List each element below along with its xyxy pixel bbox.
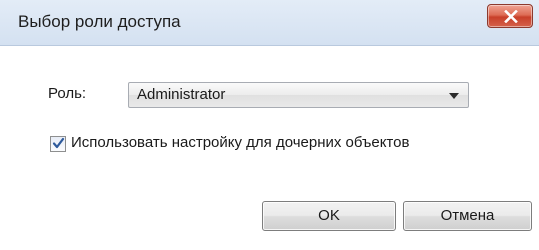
window-title: Выбор роли доступа	[18, 12, 181, 31]
dialog-body: Роль: Administrator Использовать настрой…	[0, 47, 539, 250]
role-label: Роль:	[48, 85, 87, 102]
cancel-button[interactable]: Отмена	[403, 201, 532, 231]
title-bar[interactable]: Выбор роли доступа	[0, 0, 539, 46]
role-dropdown[interactable]: Administrator	[128, 82, 469, 108]
inherit-checkbox-label[interactable]: Использовать настройку для дочерних объе…	[71, 134, 409, 151]
dialog-window: Выбор роли доступа Роль: Administrator И…	[0, 0, 539, 250]
role-dropdown-value: Administrator	[137, 86, 226, 103]
inherit-checkbox[interactable]	[50, 136, 66, 152]
close-button[interactable]	[487, 4, 533, 28]
ok-button[interactable]: OK	[262, 201, 396, 231]
checkmark-icon	[52, 137, 65, 149]
chevron-down-icon	[449, 93, 459, 99]
close-icon	[504, 10, 518, 23]
